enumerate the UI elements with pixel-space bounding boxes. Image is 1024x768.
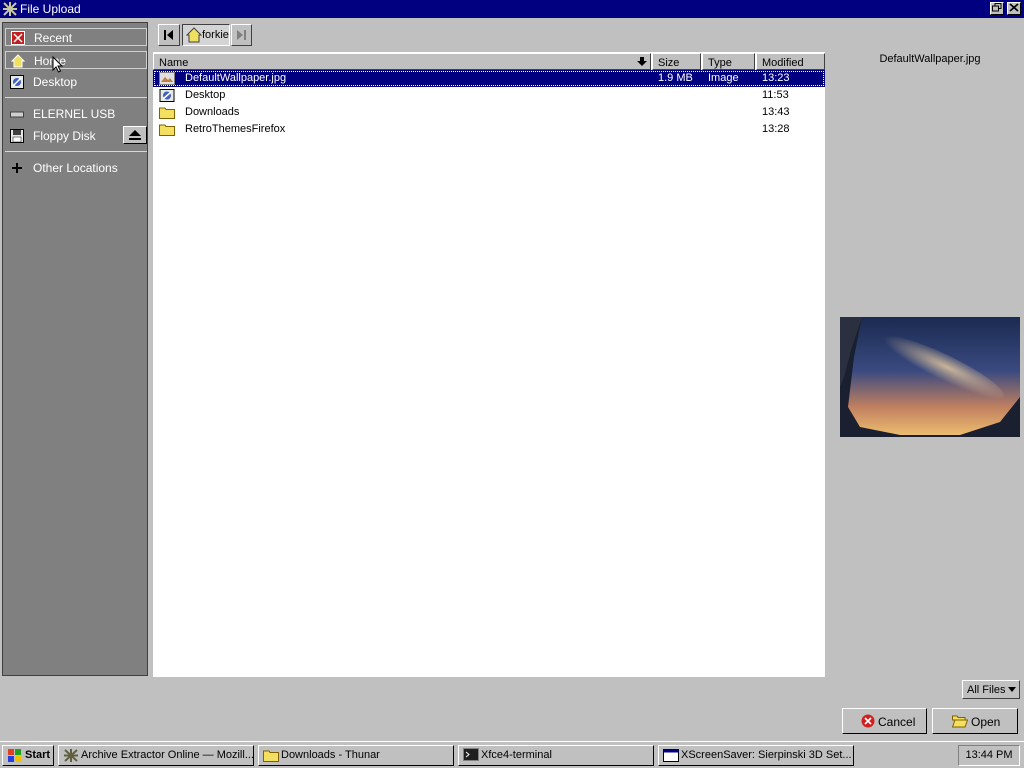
file-modified: 13:28 <box>762 123 790 135</box>
plus-icon <box>12 163 22 173</box>
taskbar-item-label: Archive Extractor Online — Mozill... <box>81 749 254 761</box>
sidebar-item-recent[interactable]: Recent <box>5 28 147 46</box>
file-size: 1.9 MB <box>658 72 693 84</box>
arrow-right-icon <box>237 30 246 40</box>
column-header-label: Size <box>658 57 680 69</box>
usb-drive-icon <box>10 111 24 118</box>
column-header-label: Type <box>708 57 732 69</box>
places-sidebar: Recent Home Desktop ELERNEL USB Floppy D… <box>2 22 148 676</box>
cancel-button[interactable]: Cancel <box>842 708 927 734</box>
taskbar-item-label: XScreenSaver: Sierpinski 3D Set... <box>681 749 852 761</box>
sidebar-item-usb[interactable]: ELERNEL USB <box>5 105 147 123</box>
home-icon <box>11 54 25 68</box>
cancel-button-label: Cancel <box>878 715 916 729</box>
title-bar: File Upload <box>0 0 1024 18</box>
close-icon <box>1009 3 1019 12</box>
terminal-icon <box>463 748 479 761</box>
path-segment-home[interactable]: forkie <box>182 24 230 46</box>
file-row[interactable]: RetroThemesFirefox 13:28 <box>153 121 825 138</box>
file-name: Desktop <box>185 89 226 101</box>
start-label: Start <box>25 749 51 761</box>
file-modified: 13:43 <box>762 106 790 118</box>
open-folder-icon <box>952 715 968 728</box>
sidebar-item-label: ELERNEL USB <box>33 107 116 121</box>
desktop-folder-icon <box>159 89 175 102</box>
floppy-icon <box>10 129 24 143</box>
file-row[interactable]: DefaultWallpaper.jpg 1.9 MB Image 13:23 <box>153 70 825 87</box>
desktop-icon <box>10 75 24 89</box>
firefox-icon <box>64 749 78 762</box>
taskbar-item-thunar[interactable]: Downloads - Thunar <box>258 745 454 766</box>
column-header-name[interactable]: Name <box>153 53 651 70</box>
taskbar-item-label: Xfce4-terminal <box>481 749 552 761</box>
taskbar-item-label: Downloads - Thunar <box>281 749 380 761</box>
column-header-type[interactable]: Type <box>702 53 755 70</box>
file-modified: 13:23 <box>762 72 790 84</box>
image-file-icon <box>159 72 175 85</box>
file-row[interactable]: Downloads 13:43 <box>153 104 825 121</box>
sidebar-item-label: Desktop <box>33 75 78 89</box>
folder-icon <box>159 124 175 136</box>
path-forward-button[interactable] <box>231 24 252 46</box>
column-header-size[interactable]: Size <box>652 53 701 70</box>
arrow-left-icon <box>164 30 173 40</box>
open-button-label: Open <box>971 715 1001 729</box>
file-name: Downloads <box>185 106 240 118</box>
sidebar-item-other-locations[interactable]: Other Locations <box>5 159 147 177</box>
start-button[interactable]: Start <box>2 745 54 766</box>
column-header-label: Name <box>159 57 189 69</box>
column-header-modified[interactable]: Modified <box>756 53 825 70</box>
mouse-cursor-icon <box>52 56 64 73</box>
file-name: DefaultWallpaper.jpg <box>185 72 287 84</box>
sidebar-separator <box>5 151 147 152</box>
start-icon <box>8 749 21 762</box>
open-button[interactable]: Open <box>932 708 1018 734</box>
taskbar-item-xscreensaver[interactable]: XScreenSaver: Sierpinski 3D Set... <box>658 745 854 766</box>
chevron-down-icon <box>1008 687 1016 692</box>
sidebar-separator <box>5 97 147 98</box>
file-type: Image <box>708 72 739 84</box>
filter-label: All Files <box>967 684 1006 696</box>
taskbar-clock: 13:44 PM <box>958 745 1020 766</box>
folder-icon <box>263 750 279 762</box>
restore-icon <box>992 3 1002 12</box>
sidebar-item-desktop[interactable]: Desktop <box>5 73 147 91</box>
sidebar-item-floppy[interactable]: Floppy Disk <box>5 127 147 145</box>
file-name: RetroThemesFirefox <box>185 123 286 135</box>
sidebar-item-home[interactable]: Home <box>5 51 147 69</box>
window-icon <box>663 749 679 762</box>
window-title: File Upload <box>20 2 81 16</box>
preview-image <box>840 317 1020 437</box>
sidebar-item-label: Recent <box>34 31 73 45</box>
file-type-filter[interactable]: All Files <box>962 680 1020 699</box>
file-modified: 11:53 <box>762 89 789 101</box>
preview-filename: DefaultWallpaper.jpg <box>879 53 981 65</box>
cancel-icon <box>861 714 875 728</box>
recent-icon <box>11 31 25 45</box>
app-icon <box>3 2 17 16</box>
file-list[interactable]: Name Size Type Modified DefaultWallpaper… <box>153 52 825 677</box>
path-segment-label: forkie <box>202 29 229 41</box>
home-icon <box>186 27 202 43</box>
path-back-button[interactable] <box>158 24 180 46</box>
sidebar-item-label: Floppy Disk <box>33 129 96 143</box>
taskbar: Start Archive Extractor Online — Mozill.… <box>0 741 1024 768</box>
file-row[interactable]: Desktop 11:53 <box>153 87 825 104</box>
restore-button[interactable] <box>990 2 1004 15</box>
column-header-label: Modified <box>762 57 804 69</box>
taskbar-item-firefox[interactable]: Archive Extractor Online — Mozill... <box>58 745 254 766</box>
sidebar-item-label: Other Locations <box>33 161 118 175</box>
folder-icon <box>159 107 175 119</box>
sort-down-icon <box>637 57 647 66</box>
close-button[interactable] <box>1007 2 1021 15</box>
taskbar-item-terminal[interactable]: Xfce4-terminal <box>458 745 654 766</box>
